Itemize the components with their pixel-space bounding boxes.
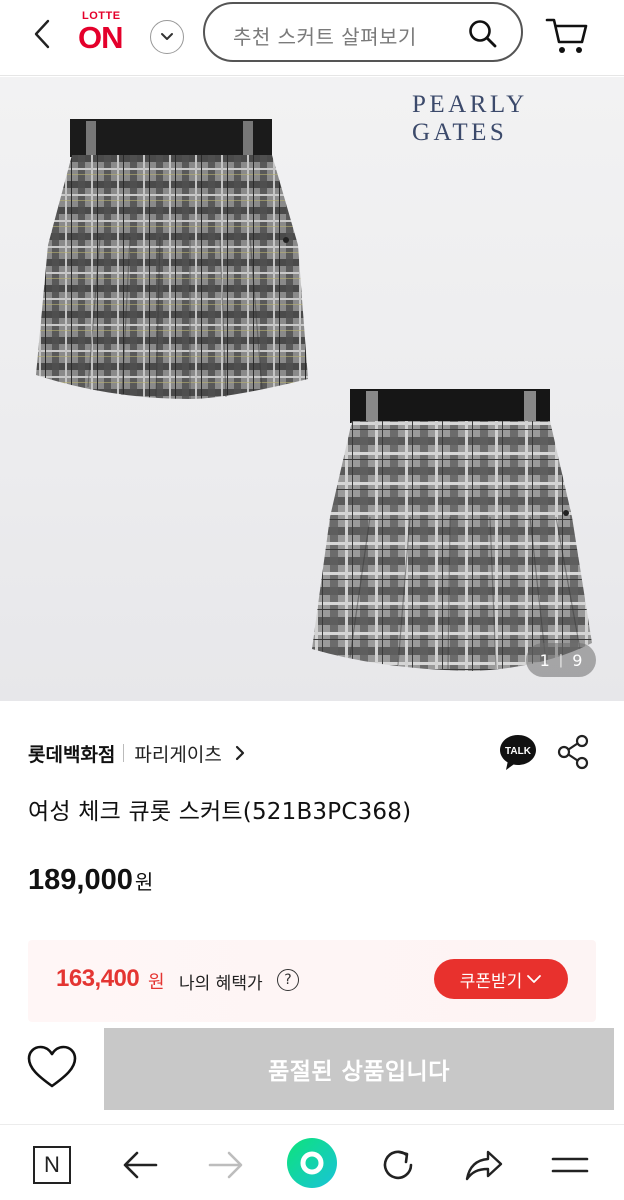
skirt-back-image xyxy=(312,389,592,671)
product-image xyxy=(36,119,592,671)
product-title: 여성 체크 큐롯 스커트(521B3PC368) xyxy=(28,799,412,825)
search-input[interactable]: 추천 스커트 살펴보기 xyxy=(203,2,523,62)
chevron-left-icon xyxy=(34,19,50,49)
page-separator: | xyxy=(558,652,564,668)
product-image-gallery[interactable]: PEARLY GATES 1 | 9 xyxy=(0,77,624,701)
talk-chat-button[interactable]: TALK xyxy=(498,732,538,772)
page-total: 9 xyxy=(572,650,583,670)
green-dot-icon xyxy=(287,1138,337,1188)
seller-brand-row: 롯데백화점 파리게이츠 xyxy=(28,738,246,768)
soldout-button[interactable]: 품절된 상품입니다 xyxy=(104,1028,614,1110)
page-current: 1 xyxy=(539,650,550,670)
brand-link[interactable]: 파리게이츠 xyxy=(134,740,221,767)
share-button[interactable] xyxy=(462,1143,506,1187)
share-arrow-icon xyxy=(465,1150,503,1181)
browser-bottom-bar: N xyxy=(0,1124,624,1200)
browser-back-button[interactable] xyxy=(118,1143,162,1187)
price-unit: 원 xyxy=(134,870,154,894)
price-row: 189,000 원 xyxy=(28,864,153,897)
menu-button[interactable] xyxy=(548,1143,592,1187)
lotte-on-logo[interactable]: LOTTE ON xyxy=(78,10,134,56)
arrow-left-icon xyxy=(123,1151,158,1179)
product-price: 189,000 xyxy=(28,864,133,896)
skirt-front-image xyxy=(36,119,308,399)
image-page-indicator: 1 | 9 xyxy=(526,643,596,677)
share-icon[interactable] xyxy=(556,734,590,770)
home-button[interactable]: N xyxy=(30,1143,74,1187)
benefit-unit: 원 xyxy=(148,972,165,993)
hamburger-menu-icon xyxy=(551,1157,589,1173)
logo-main-text: ON xyxy=(78,20,123,55)
talk-label: TALK xyxy=(505,746,532,757)
back-button[interactable] xyxy=(22,14,62,54)
home-letter: N xyxy=(44,1152,60,1177)
seller-name[interactable]: 롯데백화점 xyxy=(28,740,115,767)
chevron-down-icon xyxy=(161,33,173,40)
heart-icon[interactable] xyxy=(26,1044,78,1090)
divider xyxy=(123,744,125,762)
cart-icon[interactable] xyxy=(544,12,590,58)
chevron-right-icon[interactable] xyxy=(234,745,246,761)
help-icon[interactable]: ? xyxy=(277,969,299,991)
naver-home-icon: N xyxy=(33,1146,71,1184)
service-menu-toggle[interactable] xyxy=(150,20,184,54)
coupon-download-button[interactable]: 쿠폰받기 xyxy=(434,959,568,999)
search-placeholder: 추천 스커트 살펴보기 xyxy=(233,25,417,49)
app-header: LOTTE ON 추천 스커트 살펴보기 xyxy=(0,0,624,76)
benefit-label: 나의 혜택가 xyxy=(179,974,263,994)
coupon-label: 쿠폰받기 xyxy=(459,971,523,992)
browser-forward-button[interactable] xyxy=(204,1143,248,1187)
green-dot-button[interactable] xyxy=(284,1135,340,1191)
refresh-button[interactable] xyxy=(376,1143,420,1187)
chevron-down-icon xyxy=(527,975,542,983)
search-icon[interactable] xyxy=(467,18,499,50)
benefit-price-box: 163,400 원 나의 혜택가 ? 쿠폰받기 xyxy=(28,940,596,1022)
refresh-icon xyxy=(383,1150,413,1180)
arrow-right-icon xyxy=(208,1151,243,1179)
benefit-price: 163,400 xyxy=(56,965,140,992)
